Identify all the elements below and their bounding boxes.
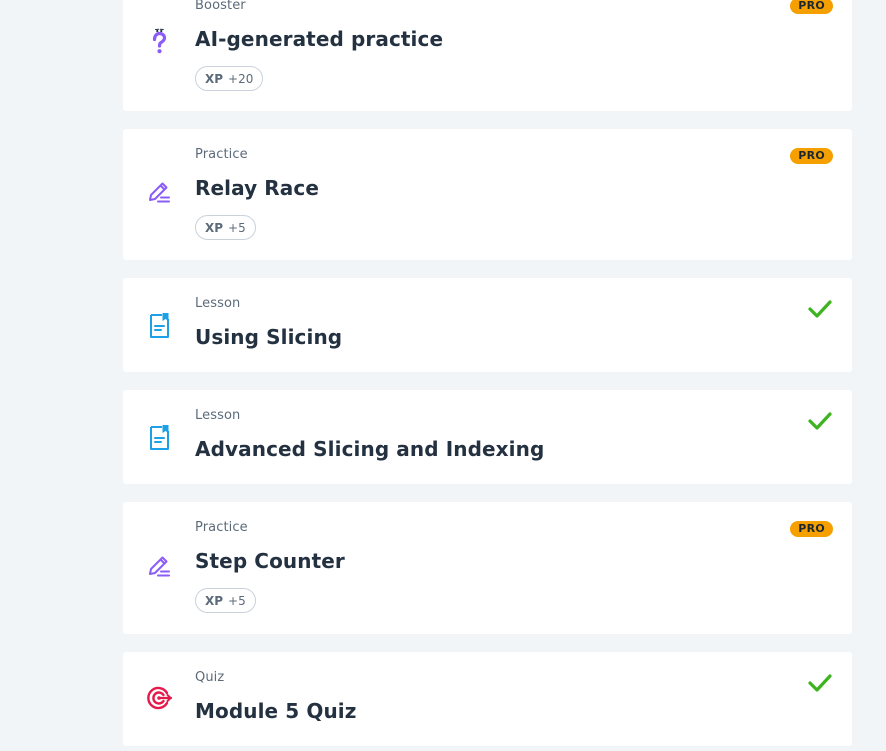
checkmark-icon bbox=[808, 299, 832, 319]
pro-badge: PRO bbox=[790, 148, 833, 164]
item-type: Lesson bbox=[195, 408, 241, 423]
checkmark-icon bbox=[808, 411, 832, 431]
xp-badge: XP +5 bbox=[195, 588, 256, 613]
item-type: Quiz bbox=[195, 670, 225, 685]
xp-value: +5 bbox=[228, 593, 246, 608]
item-title: Step Counter bbox=[195, 549, 345, 573]
document-icon bbox=[145, 423, 173, 451]
item-title: AI-generated practice bbox=[195, 27, 444, 51]
question-mark-icon bbox=[145, 28, 173, 56]
target-icon bbox=[145, 684, 173, 712]
item-type: Booster bbox=[195, 0, 246, 13]
list-item[interactable]: Quiz Module 5 Quiz bbox=[123, 652, 852, 746]
list-item[interactable]: Practice Step Counter XP +5 PRO bbox=[123, 502, 852, 634]
pro-badge: PRO bbox=[790, 521, 833, 537]
item-type: Lesson bbox=[195, 296, 241, 311]
list-item[interactable]: Lesson Advanced Slicing and Indexing bbox=[123, 390, 852, 484]
item-type: Practice bbox=[195, 520, 248, 535]
document-icon bbox=[145, 311, 173, 339]
item-title: Relay Race bbox=[195, 176, 320, 200]
item-type: Practice bbox=[195, 147, 248, 162]
pencil-icon bbox=[145, 179, 173, 207]
item-title: Module 5 Quiz bbox=[195, 699, 357, 723]
xp-label: XP bbox=[205, 593, 224, 608]
item-title: Advanced Slicing and Indexing bbox=[195, 437, 545, 461]
xp-badge: XP +20 bbox=[195, 66, 264, 91]
xp-label: XP bbox=[205, 220, 224, 235]
xp-label: XP bbox=[205, 71, 224, 86]
xp-badge: XP +5 bbox=[195, 215, 256, 240]
xp-value: +5 bbox=[228, 220, 246, 235]
checkmark-icon bbox=[808, 673, 832, 693]
list-item[interactable]: Lesson Using Slicing bbox=[123, 278, 852, 372]
list-item[interactable]: Practice Relay Race XP +5 PRO bbox=[123, 129, 852, 260]
pro-badge: PRO bbox=[790, 0, 833, 14]
item-title: Using Slicing bbox=[195, 325, 343, 349]
pencil-icon bbox=[145, 553, 173, 581]
xp-value: +20 bbox=[228, 71, 254, 86]
list-item[interactable]: Booster AI-generated practice XP +20 PRO bbox=[123, 0, 852, 111]
